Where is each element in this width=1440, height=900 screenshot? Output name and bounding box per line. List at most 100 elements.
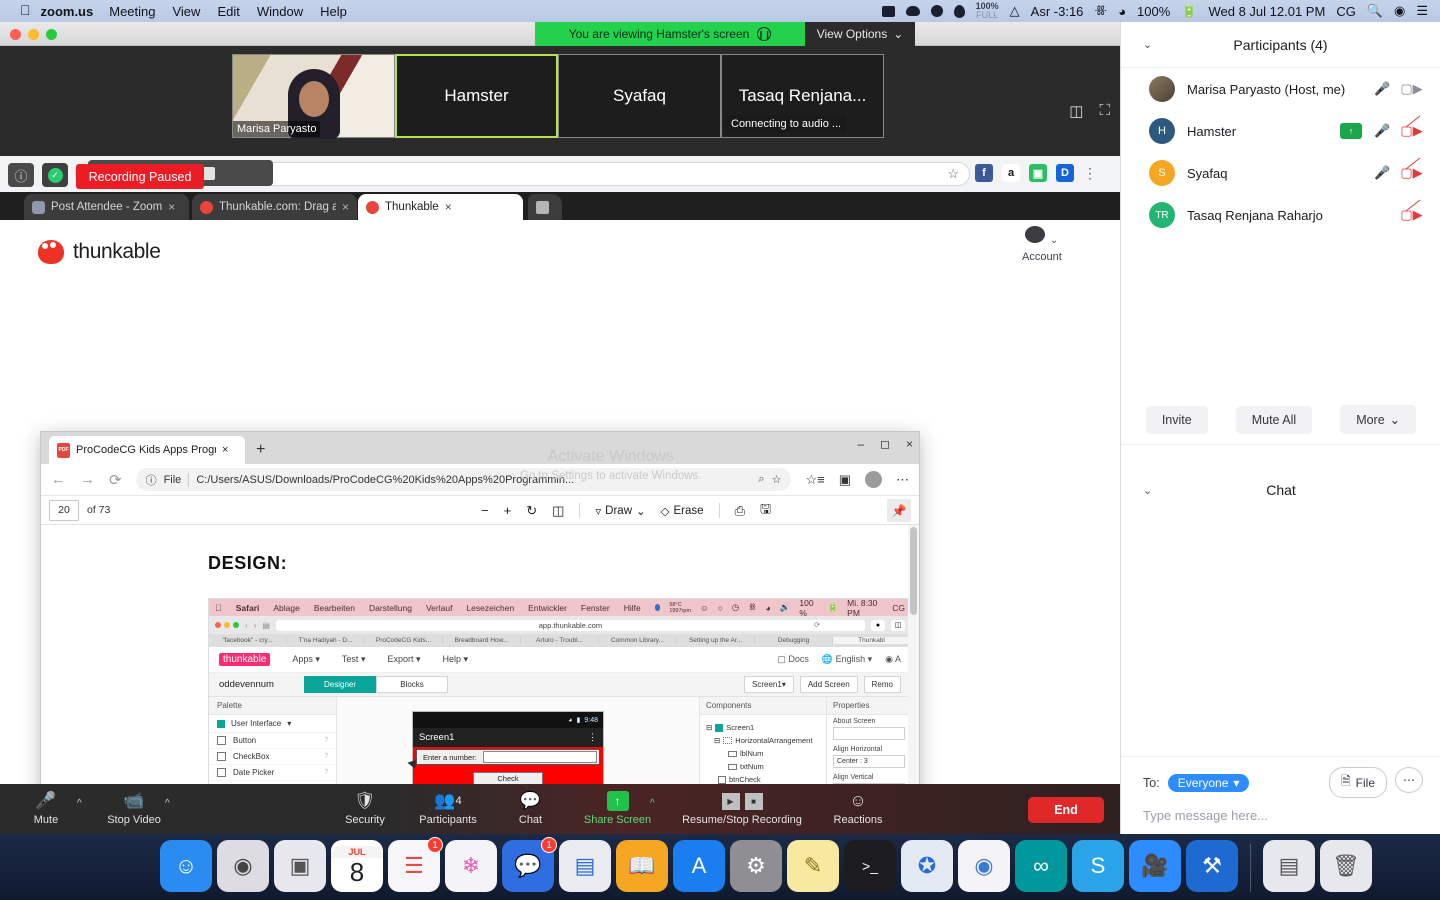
terminal-icon[interactable]: >_ bbox=[844, 840, 896, 892]
reload-icon[interactable]: ⟳ bbox=[109, 471, 122, 489]
profile-avatar[interactable] bbox=[865, 471, 882, 488]
drop-icon[interactable] bbox=[953, 4, 965, 18]
chat-more-button[interactable]: ⋯ bbox=[1395, 767, 1423, 793]
recording-controls[interactable]: ▶ ■ Resume/Stop Recording bbox=[668, 790, 816, 826]
user-initials-label[interactable]: CG bbox=[1336, 4, 1356, 19]
view-layout-icon[interactable]: ◫ bbox=[1069, 102, 1083, 120]
shield-icon[interactable]: ✓ bbox=[42, 163, 68, 187]
participant-row-tasaq[interactable]: TR Tasaq Renjana Raharjo ▢▶ bbox=[1121, 194, 1440, 236]
keynote-icon[interactable]: ▤ bbox=[559, 840, 611, 892]
prayer-times-icon[interactable]: △ bbox=[1010, 3, 1020, 19]
edge-tab-procodecg[interactable]: PDF ProCodeCG Kids Apps Programm × bbox=[49, 436, 245, 464]
chrome-icon[interactable]: ◉ bbox=[958, 840, 1010, 892]
menu-app-name[interactable]: zoom.us bbox=[41, 4, 94, 19]
microphone-icon[interactable]: 🎤 bbox=[1374, 165, 1391, 181]
participant-row-marisa[interactable]: Marisa Paryasto (Host, me) 🎤 ▢▶ bbox=[1121, 68, 1440, 110]
chevron-down-icon[interactable]: ⌄ bbox=[636, 504, 646, 518]
resume-recording-icon[interactable]: ▶ bbox=[721, 792, 740, 810]
security-button[interactable]: 🛡 Security bbox=[334, 790, 396, 826]
skype-icon[interactable]: S bbox=[1072, 840, 1124, 892]
menu-help[interactable]: Help bbox=[320, 4, 347, 19]
view-options-button[interactable]: View Options ⌄ bbox=[805, 22, 915, 46]
kebab-menu-icon[interactable]: ⋮ bbox=[1083, 165, 1097, 182]
zoom-icon[interactable]: 🎥 bbox=[1129, 840, 1181, 892]
pause-share-icon[interactable]: ❙❙ bbox=[757, 27, 772, 41]
chat-recipient-select[interactable]: Everyone ▾ bbox=[1167, 773, 1250, 792]
forward-icon[interactable]: → bbox=[80, 471, 95, 488]
back-icon[interactable]: ← bbox=[51, 471, 66, 488]
close-tab-icon[interactable]: × bbox=[222, 444, 228, 456]
favorites-icon[interactable]: ☆≡ bbox=[805, 472, 824, 488]
edge-address-bar[interactable]: ⓘ File C:/Users/ASUS/Downloads/ProCodeCG… bbox=[135, 468, 792, 491]
zoom-in-icon[interactable]: + bbox=[504, 503, 512, 518]
bookmark-star-icon[interactable]: ☆ bbox=[947, 166, 959, 182]
video-camera-icon[interactable]: ▢▶ bbox=[1400, 81, 1422, 97]
participant-row-hamster[interactable]: H Hamster ↑ 🎤 ▢▶ bbox=[1121, 110, 1440, 152]
video-options-caret[interactable]: ^ bbox=[165, 798, 170, 809]
page-number-input[interactable]: 20 bbox=[49, 499, 79, 521]
launchpad-icon[interactable]: ◉ bbox=[217, 840, 269, 892]
trash-icon[interactable]: 🗑 bbox=[1320, 840, 1372, 892]
pin-icon[interactable]: 📌 bbox=[887, 499, 911, 522]
close-icon[interactable]: × bbox=[906, 437, 913, 451]
siri-icon[interactable]: ◉ bbox=[1394, 3, 1405, 19]
maximize-icon[interactable]: ◻ bbox=[880, 437, 890, 451]
prayer-time-label[interactable]: Asr -3:16 bbox=[1031, 4, 1084, 19]
video-tile-marisa[interactable]: Marisa Paryasto bbox=[232, 54, 395, 139]
speech-bubble-icon[interactable] bbox=[930, 5, 943, 17]
end-meeting-button[interactable]: End bbox=[1028, 797, 1104, 823]
books-icon[interactable]: 📖 bbox=[616, 840, 668, 892]
zoom-out-icon[interactable]: − bbox=[481, 503, 489, 518]
settings-menu-icon[interactable]: ⋯ bbox=[896, 472, 909, 488]
participant-row-syafaq[interactable]: S Syafaq 🎤 ▢▶ bbox=[1121, 152, 1440, 194]
battery-status-menu[interactable]: 100% FULL bbox=[976, 2, 999, 20]
minimize-icon[interactable]: – bbox=[857, 437, 864, 451]
more-button[interactable]: More ⌄ bbox=[1340, 405, 1417, 434]
collections-icon[interactable]: ▣ bbox=[839, 472, 851, 488]
bookmark-star-icon[interactable]: ☆ bbox=[772, 473, 782, 486]
window-traffic-lights[interactable] bbox=[10, 29, 57, 40]
screen-recording-icon[interactable] bbox=[881, 5, 895, 17]
close-tab-icon[interactable]: × bbox=[168, 200, 175, 214]
video-off-icon[interactable]: ▢▶ bbox=[1400, 115, 1423, 139]
stop-video-button[interactable]: 📹 Stop Video bbox=[98, 790, 170, 826]
scrollbar-thumb[interactable] bbox=[910, 527, 917, 615]
close-tab-icon[interactable]: × bbox=[445, 200, 452, 214]
account-menu[interactable]: ⌄ Account bbox=[1022, 226, 1062, 263]
clock-label[interactable]: Wed 8 Jul 12.01 PM bbox=[1208, 4, 1325, 19]
cloud-icon[interactable] bbox=[905, 6, 920, 16]
photos-icon[interactable]: ❄ bbox=[445, 840, 497, 892]
chevron-down-icon[interactable]: ⌄ bbox=[1143, 38, 1152, 51]
system-battery-label[interactable]: 100% bbox=[1137, 4, 1170, 19]
downloads-icon[interactable]: ▤ bbox=[1263, 840, 1315, 892]
safari-icon[interactable]: ✪ bbox=[901, 840, 953, 892]
erase-tool-button[interactable]: ◇ Erase bbox=[661, 504, 704, 518]
new-tab-icon[interactable]: + bbox=[256, 441, 265, 459]
save-icon[interactable]: 🖫 bbox=[760, 500, 771, 522]
xcode-icon[interactable]: ⚒ bbox=[1186, 840, 1238, 892]
participants-button[interactable]: 👥 4 Participants bbox=[406, 790, 490, 826]
evernote-icon[interactable]: ▣ bbox=[1029, 164, 1047, 182]
finder-icon[interactable]: ☺ bbox=[160, 840, 212, 892]
apple-icon[interactable]:  bbox=[20, 2, 31, 18]
close-window-button[interactable] bbox=[10, 29, 21, 40]
close-tab-icon[interactable]: × bbox=[342, 200, 349, 214]
invite-button[interactable]: Invite bbox=[1145, 405, 1208, 434]
video-off-icon[interactable]: ▢▶ bbox=[1400, 199, 1423, 223]
menu-edit[interactable]: Edit bbox=[217, 4, 239, 19]
chrome-tab-post-attendee[interactable]: Post Attendee - Zoom × bbox=[24, 194, 189, 220]
calendar-icon[interactable]: JUL 8 bbox=[331, 840, 383, 892]
search-icon[interactable]: ⌕ bbox=[758, 473, 764, 486]
system-preferences-icon[interactable]: ⚙ bbox=[730, 840, 782, 892]
chevron-down-icon[interactable]: ⌄ bbox=[1143, 484, 1152, 497]
arduino-icon[interactable]: ∞ bbox=[1015, 840, 1067, 892]
chrome-tab-thunkable-com[interactable]: Thunkable.com: Drag an × bbox=[192, 194, 357, 220]
menu-window[interactable]: Window bbox=[257, 4, 303, 19]
chrome-tab-thunkable[interactable]: Thunkable × bbox=[358, 194, 523, 220]
info-icon[interactable]: ⓘ bbox=[8, 163, 34, 187]
video-tile-tasaq[interactable]: Tasaq Renjana... Connecting to audio ... bbox=[721, 54, 884, 138]
minimize-window-button[interactable] bbox=[28, 29, 39, 40]
fullscreen-icon[interactable]: ⛶ bbox=[1099, 102, 1110, 120]
zoom-window-button[interactable] bbox=[46, 29, 57, 40]
disconnect-icon[interactable]: D bbox=[1056, 164, 1074, 182]
